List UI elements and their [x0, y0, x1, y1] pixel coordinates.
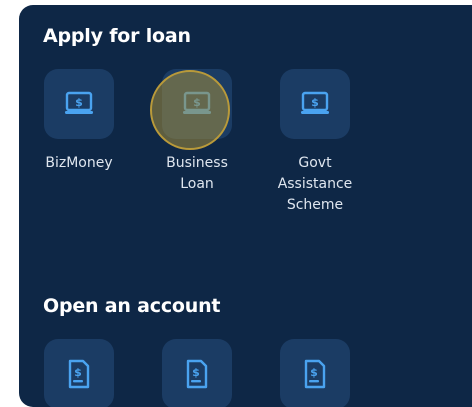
tile-label: Govt Assistance Scheme — [277, 155, 353, 213]
tile-account-2[interactable]: $ — [147, 339, 247, 407]
tile-icon-box: $ — [44, 69, 114, 139]
tile-business-loan[interactable]: $ Business Loan — [147, 69, 247, 195]
monitor-dollar-icon: $ — [182, 91, 212, 117]
monitor-dollar-icon: $ — [300, 91, 330, 117]
products-panel: Apply for loan $ BizMoney $ Business Loa… — [19, 5, 472, 407]
svg-text:$: $ — [311, 96, 319, 109]
tile-bizmoney[interactable]: $ BizMoney — [29, 69, 129, 174]
svg-text:$: $ — [75, 96, 83, 109]
tile-icon-box: $ — [280, 339, 350, 407]
document-dollar-icon: $ — [303, 359, 327, 389]
svg-text:$: $ — [310, 366, 318, 379]
monitor-dollar-icon: $ — [64, 91, 94, 117]
tile-label: BizMoney — [45, 155, 113, 171]
tile-label: Business Loan — [166, 155, 228, 192]
tile-icon-box: $ — [162, 339, 232, 407]
apply-for-loan-heading: Apply for loan — [43, 25, 191, 47]
open-an-account-heading: Open an account — [43, 295, 221, 317]
svg-text:$: $ — [193, 96, 201, 109]
tile-icon-box: $ — [280, 69, 350, 139]
document-dollar-icon: $ — [67, 359, 91, 389]
svg-text:$: $ — [192, 366, 200, 379]
tile-account-3[interactable]: $ — [265, 339, 365, 407]
tile-icon-box: $ — [162, 69, 232, 139]
svg-text:$: $ — [74, 366, 82, 379]
tile-account-1[interactable]: $ — [29, 339, 129, 407]
tile-icon-box: $ — [44, 339, 114, 407]
document-dollar-icon: $ — [185, 359, 209, 389]
tile-govt-assistance-scheme[interactable]: $ Govt Assistance Scheme — [265, 69, 365, 216]
